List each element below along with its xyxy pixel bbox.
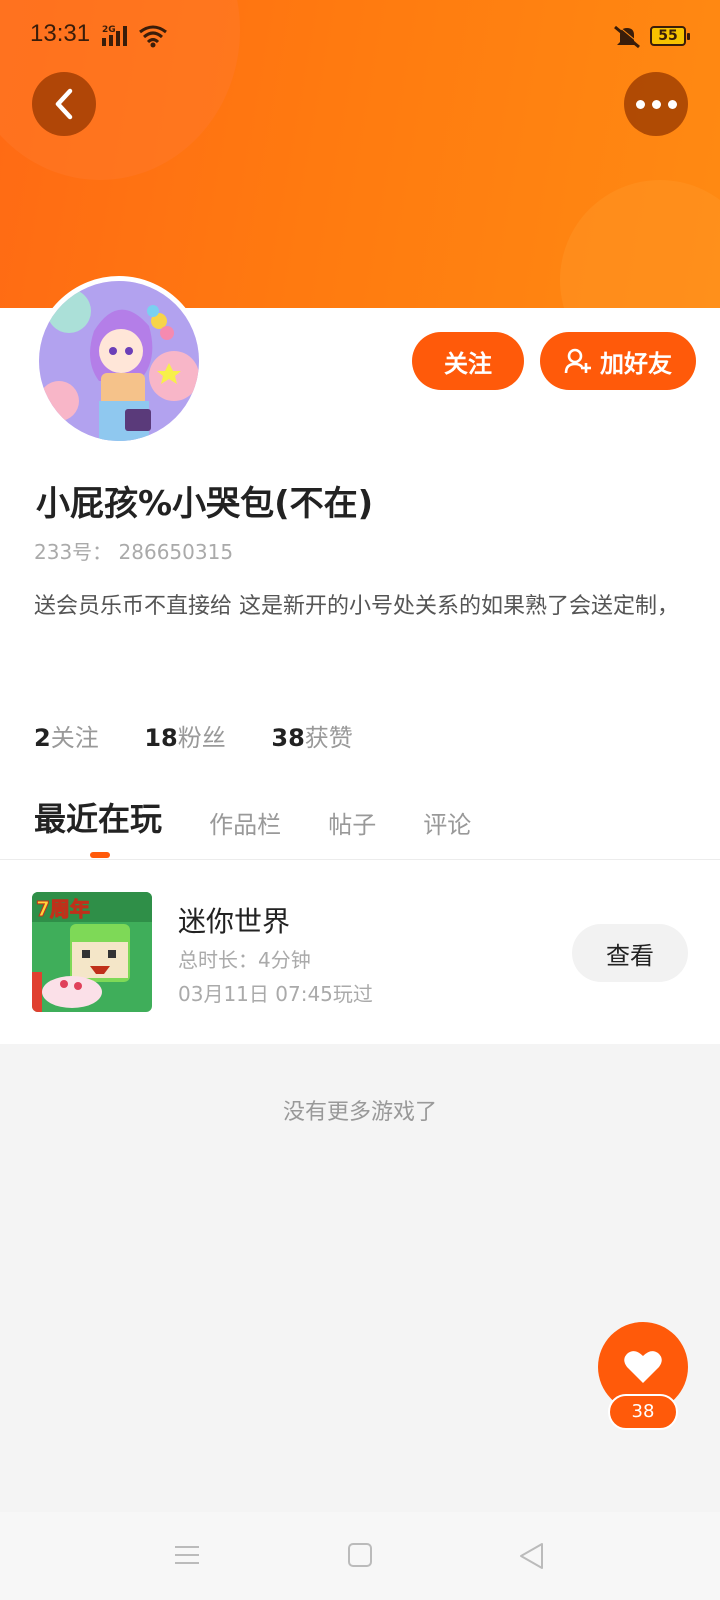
network-type-text: 2G bbox=[102, 25, 116, 35]
back-triangle-icon[interactable] bbox=[518, 1542, 544, 1570]
add-friend-button[interactable]: 加好友 bbox=[540, 332, 696, 390]
profile-header-banner: 13:31 2G 55 bbox=[0, 0, 720, 308]
add-friend-label: 加好友 bbox=[600, 349, 672, 378]
avatar[interactable] bbox=[34, 276, 204, 446]
tab-works[interactable]: 作品栏 bbox=[209, 805, 281, 840]
game-total-time: 总时长：4分钟 bbox=[178, 948, 311, 972]
view-game-button[interactable]: 查看 bbox=[572, 924, 688, 982]
back-button[interactable] bbox=[32, 72, 96, 136]
user-id: 233号： 286650315 bbox=[34, 540, 234, 564]
wifi-icon bbox=[139, 25, 167, 48]
status-time: 13:31 bbox=[30, 20, 91, 47]
username: 小屁孩%小哭包(不在) bbox=[36, 484, 374, 524]
tab-comments[interactable]: 评论 bbox=[423, 805, 471, 840]
no-more-games-text: 没有更多游戏了 bbox=[282, 1100, 437, 1125]
system-nav-bar bbox=[0, 1512, 720, 1600]
add-user-icon bbox=[564, 348, 591, 374]
status-bar: 13:31 2G 55 bbox=[0, 18, 720, 54]
home-square-icon[interactable] bbox=[347, 1542, 373, 1568]
cell-signal-icon: 2G bbox=[102, 25, 127, 46]
game-icon[interactable]: 7周年 bbox=[32, 892, 152, 1012]
avatar-image bbox=[39, 281, 199, 441]
follow-label: 关注 bbox=[444, 349, 492, 378]
stat-likes[interactable]: 38获赞 bbox=[271, 718, 352, 753]
heart-icon bbox=[624, 1351, 662, 1383]
back-arrow-icon bbox=[55, 88, 73, 120]
mute-bell-icon bbox=[614, 24, 642, 49]
follow-button[interactable]: 关注 bbox=[412, 332, 524, 390]
game-badge-text: 7周年 bbox=[36, 897, 90, 921]
profile-tabs: 最近在玩 作品栏 帖子 评论 bbox=[34, 794, 513, 840]
menu-icon[interactable] bbox=[174, 1542, 200, 1568]
stat-following[interactable]: 2关注 bbox=[34, 718, 99, 753]
like-count: 38 bbox=[608, 1394, 678, 1430]
view-label: 查看 bbox=[606, 941, 654, 970]
banner-decoration bbox=[560, 180, 720, 308]
battery-indicator: 55 bbox=[650, 26, 690, 46]
game-last-played: 03月11日 07:45玩过 bbox=[178, 982, 373, 1006]
tab-posts[interactable]: 帖子 bbox=[328, 805, 376, 840]
active-tab-indicator bbox=[90, 852, 110, 858]
more-dots-icon bbox=[635, 99, 677, 109]
game-icon-image: 7周年 bbox=[32, 892, 152, 1012]
game-name[interactable]: 迷你世界 bbox=[178, 900, 290, 940]
profile-stats: 2关注 18粉丝 38获赞 bbox=[34, 718, 391, 753]
more-options-button[interactable] bbox=[624, 72, 688, 136]
stat-followers[interactable]: 18粉丝 bbox=[144, 718, 225, 753]
user-bio: 送会员乐币不直接给 这是新开的小号处关系的如果熟了会送定制， bbox=[34, 594, 679, 619]
divider bbox=[0, 859, 720, 860]
tab-recent-played[interactable]: 最近在玩 bbox=[34, 794, 162, 840]
